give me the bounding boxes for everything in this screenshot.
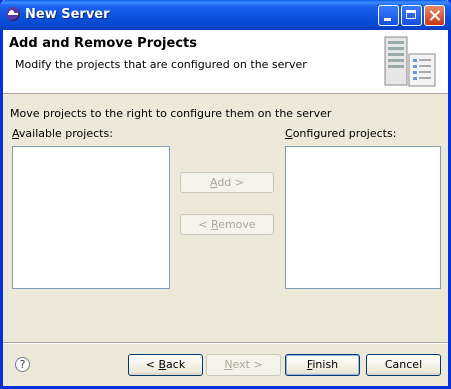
button-bar-separator <box>3 342 448 344</box>
configured-projects-label: Configured projects: <box>285 127 396 140</box>
server-wizard-icon <box>384 36 436 87</box>
available-label-text: vailable projects: <box>18 127 113 140</box>
configured-label-text: onfigured projects: <box>292 127 397 140</box>
remove-button[interactable]: < Remove <box>180 214 274 235</box>
finish-button[interactable]: Finish <box>285 354 360 376</box>
minimize-button[interactable] <box>378 5 399 26</box>
add-button[interactable]: Add > <box>180 172 274 193</box>
help-icon[interactable]: ? <box>15 357 30 372</box>
back-button-prefix: < <box>145 358 159 371</box>
page-title: Add and Remove Projects <box>9 36 197 51</box>
available-label-mnemonic: A <box>12 127 19 140</box>
close-button[interactable] <box>424 5 445 26</box>
next-button[interactable]: Next > <box>206 354 281 376</box>
wizard-banner: Add and Remove Projects Modify the proje… <box>3 30 448 94</box>
title-bar[interactable]: New Server <box>0 0 451 30</box>
next-button-label: ext > <box>232 358 263 371</box>
window-title: New Server <box>25 7 110 22</box>
next-button-mnemonic: N <box>224 358 233 371</box>
remove-button-label: emove <box>218 218 256 231</box>
finish-button-label: inish <box>312 358 339 371</box>
instruction-text: Move projects to the right to configure … <box>10 107 332 120</box>
add-button-label: dd > <box>217 176 245 189</box>
eclipse-icon <box>6 7 20 21</box>
cancel-button[interactable]: Cancel <box>366 354 441 376</box>
back-button[interactable]: < Back <box>128 354 203 376</box>
maximize-button[interactable] <box>401 5 422 26</box>
available-projects-list[interactable] <box>12 146 170 289</box>
remove-button-prefix: < <box>198 218 212 231</box>
back-button-label: ack <box>166 358 186 371</box>
new-server-dialog: New Server Add and Remove Projects Modif… <box>0 0 451 389</box>
configured-projects-list[interactable] <box>285 146 441 289</box>
back-button-mnemonic: B <box>158 358 167 371</box>
configured-label-mnemonic: C <box>285 127 293 140</box>
available-projects-label: Available projects: <box>12 127 113 140</box>
page-description: Modify the projects that are configured … <box>15 58 307 71</box>
